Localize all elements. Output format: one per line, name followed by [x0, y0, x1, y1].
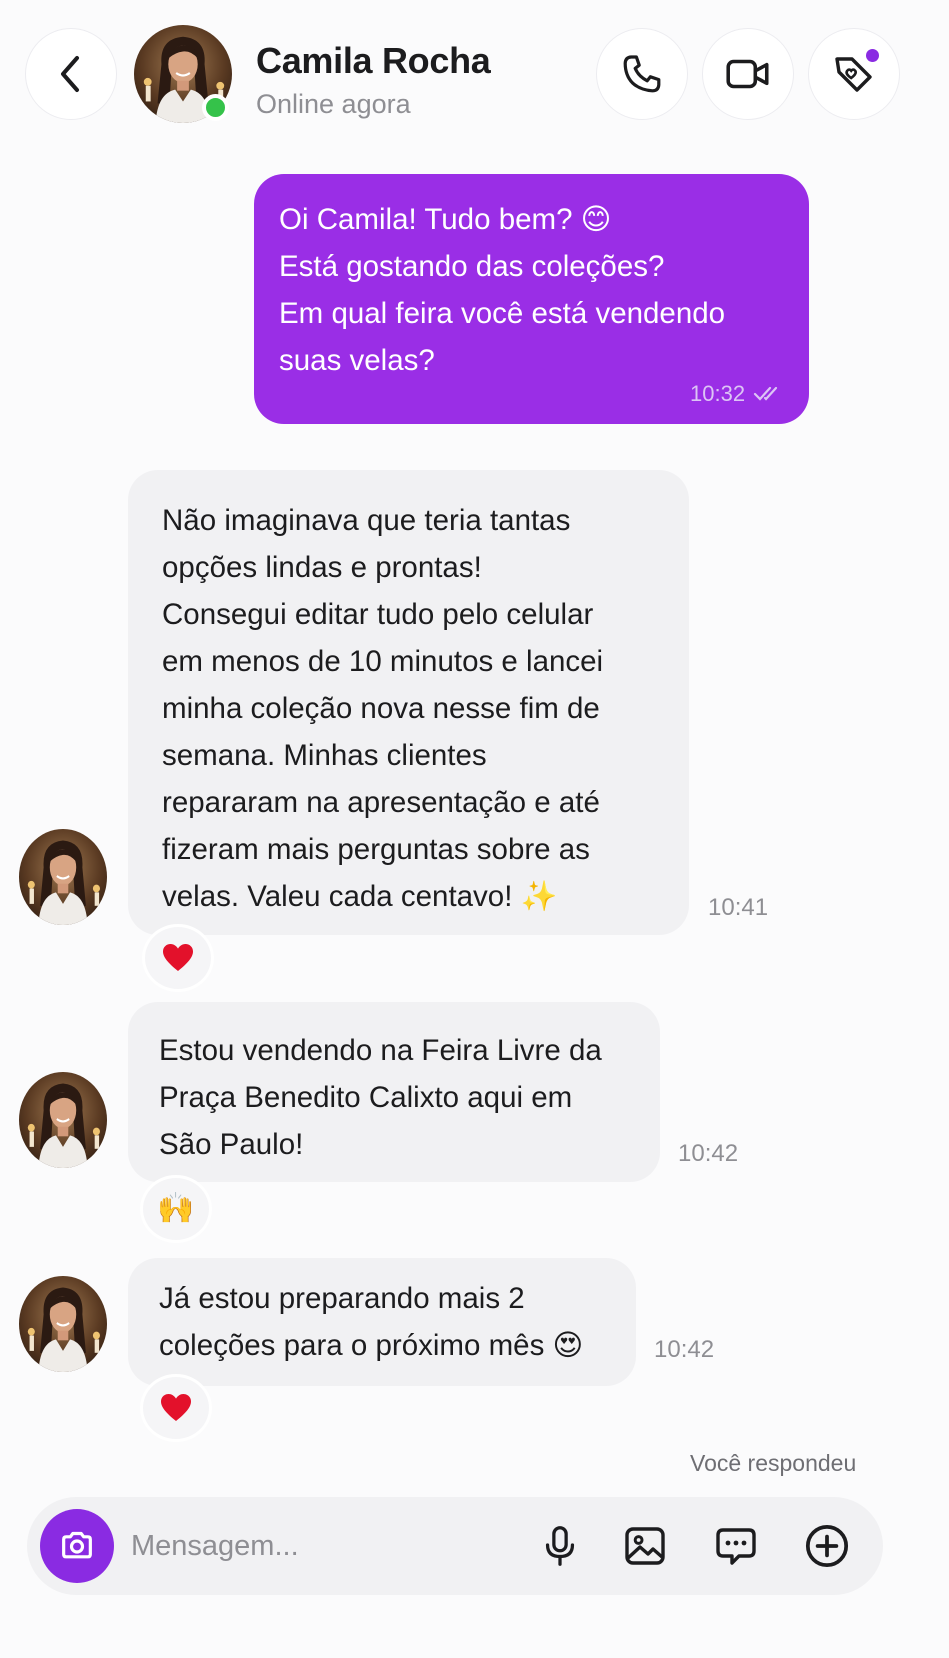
message-input[interactable] [131, 1523, 431, 1569]
online-indicator [202, 94, 229, 121]
heart-reaction[interactable] [140, 1374, 212, 1442]
message-time: 10:42 [678, 1140, 739, 1167]
incoming-message[interactable]: Já estou preparando mais 2 coleções para… [128, 1258, 636, 1386]
add-attachment-button[interactable] [800, 1519, 854, 1573]
video-camera-icon [726, 59, 769, 89]
replied-label: Você respondeu [690, 1450, 857, 1476]
video-call-button[interactable] [702, 28, 794, 120]
favorite-tag-button[interactable] [808, 28, 900, 120]
back-button[interactable] [25, 28, 117, 120]
chat-bubble-icon [716, 1528, 756, 1565]
sender-avatar[interactable] [19, 829, 107, 925]
message-composer [27, 1497, 883, 1595]
message-time-text: 10:32 [690, 381, 746, 406]
message-time: 10:32 [690, 381, 785, 407]
incoming-message[interactable]: Estou vendendo na Feira Livre da Praça B… [128, 1002, 660, 1182]
camera-icon [62, 1531, 92, 1559]
read-double-check-icon [753, 386, 778, 401]
incoming-message[interactable]: Não imaginava que teria tantas opções li… [128, 470, 689, 935]
chat-options-button[interactable] [709, 1519, 763, 1573]
heart-icon [161, 1394, 191, 1421]
message-time: 10:41 [708, 894, 769, 921]
message-time: 10:42 [654, 1336, 715, 1363]
heart-icon [163, 944, 193, 971]
image-icon [625, 1527, 665, 1565]
camera-button[interactable] [40, 1509, 114, 1583]
raised-hands-icon: 🙌 [157, 1191, 195, 1226]
microphone-icon [545, 1526, 575, 1566]
chevron-left-icon [61, 56, 79, 92]
chat-header: Camila Rocha Online agora [0, 0, 949, 150]
contact-name[interactable]: Camila Rocha [256, 40, 491, 82]
sender-avatar[interactable] [19, 1072, 107, 1168]
microphone-button[interactable] [533, 1519, 587, 1573]
notification-dot [866, 49, 879, 62]
heart-reaction[interactable] [142, 924, 214, 992]
voice-call-button[interactable] [596, 28, 688, 120]
phone-icon [623, 55, 661, 93]
gallery-button[interactable] [618, 1519, 672, 1573]
raised-hands-reaction[interactable]: 🙌 [140, 1175, 212, 1243]
plus-circle-icon [805, 1524, 849, 1568]
sender-avatar[interactable] [19, 1276, 107, 1372]
contact-status: Online agora [256, 89, 411, 119]
